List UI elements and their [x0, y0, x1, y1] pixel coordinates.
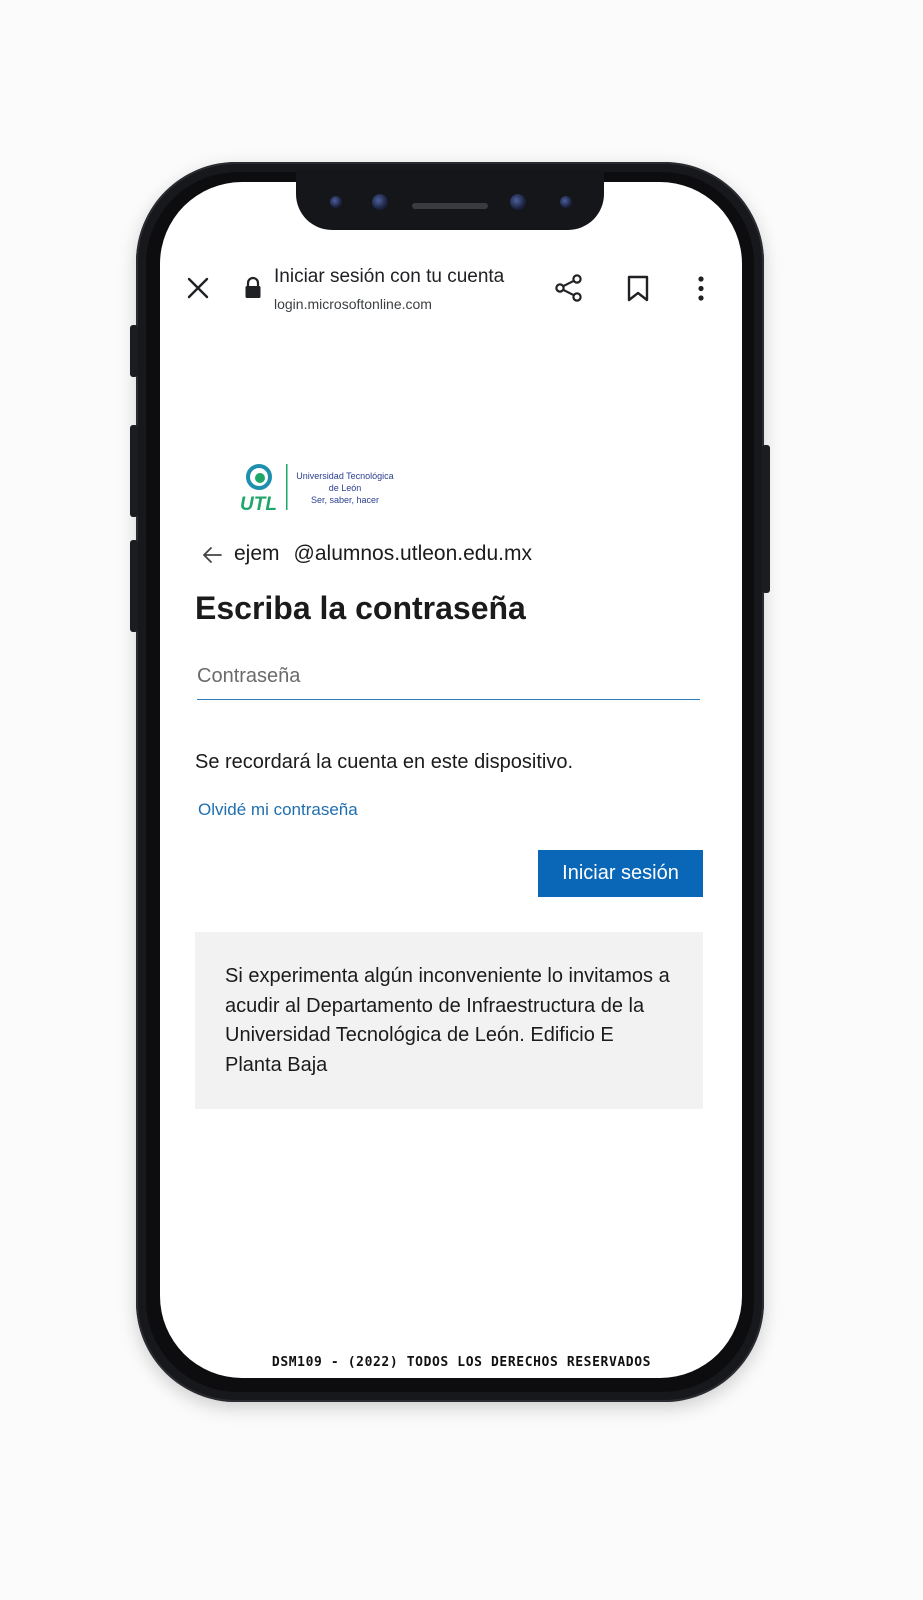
close-icon[interactable] — [186, 276, 210, 300]
support-notice: Si experimenta algún inconveniente lo in… — [195, 932, 703, 1109]
account-domain: @alumnos.utleon.edu.mx — [293, 542, 532, 565]
sensor-icon — [510, 194, 526, 210]
sensor-icon — [330, 196, 342, 208]
more-vert-icon[interactable] — [696, 275, 706, 302]
earpiece-speaker — [412, 203, 488, 209]
logo-line-1: Universidad Tecnológica — [296, 471, 394, 481]
logo-line-3: Ser, saber, hacer — [310, 495, 380, 505]
phone-volume-up — [130, 425, 138, 517]
page-title: Iniciar sesión con tu cuenta — [274, 266, 505, 287]
account-username: ejem — [234, 542, 280, 565]
share-icon[interactable] — [554, 273, 584, 303]
sensor-icon — [560, 196, 572, 208]
phone-volume-down — [130, 540, 138, 632]
phone-power-button — [762, 445, 770, 593]
phone-screen — [160, 182, 742, 1378]
front-camera-icon — [372, 194, 388, 210]
phone-mute-switch — [130, 325, 138, 377]
phone-notch — [296, 170, 604, 230]
sign-in-button[interactable]: Iniciar sesión — [538, 850, 703, 897]
logo-text: Universidad Tecnológica de León Ser, sab… — [290, 470, 400, 506]
back-arrow-icon[interactable] — [202, 546, 222, 564]
lock-icon — [245, 276, 261, 298]
remember-account-text: Se recordará la cuenta en este dispositi… — [195, 751, 573, 773]
page-url[interactable]: login.microsoftonline.com — [274, 296, 432, 312]
logo-line-2: de León — [328, 483, 362, 493]
logo-mark-text: UTL — [240, 494, 277, 515]
copyright-footer: DSM109 - (2022) TODOS LOS DERECHOS RESER… — [271, 1355, 652, 1370]
page-heading: Escriba la contraseña — [195, 590, 526, 626]
password-input[interactable] — [197, 654, 700, 700]
forgot-password-link[interactable]: Olvidé mi contraseña — [198, 800, 358, 820]
bookmark-icon[interactable] — [627, 275, 649, 302]
account-identity: ejem @alumnos.utleon.edu.mx — [234, 542, 532, 566]
